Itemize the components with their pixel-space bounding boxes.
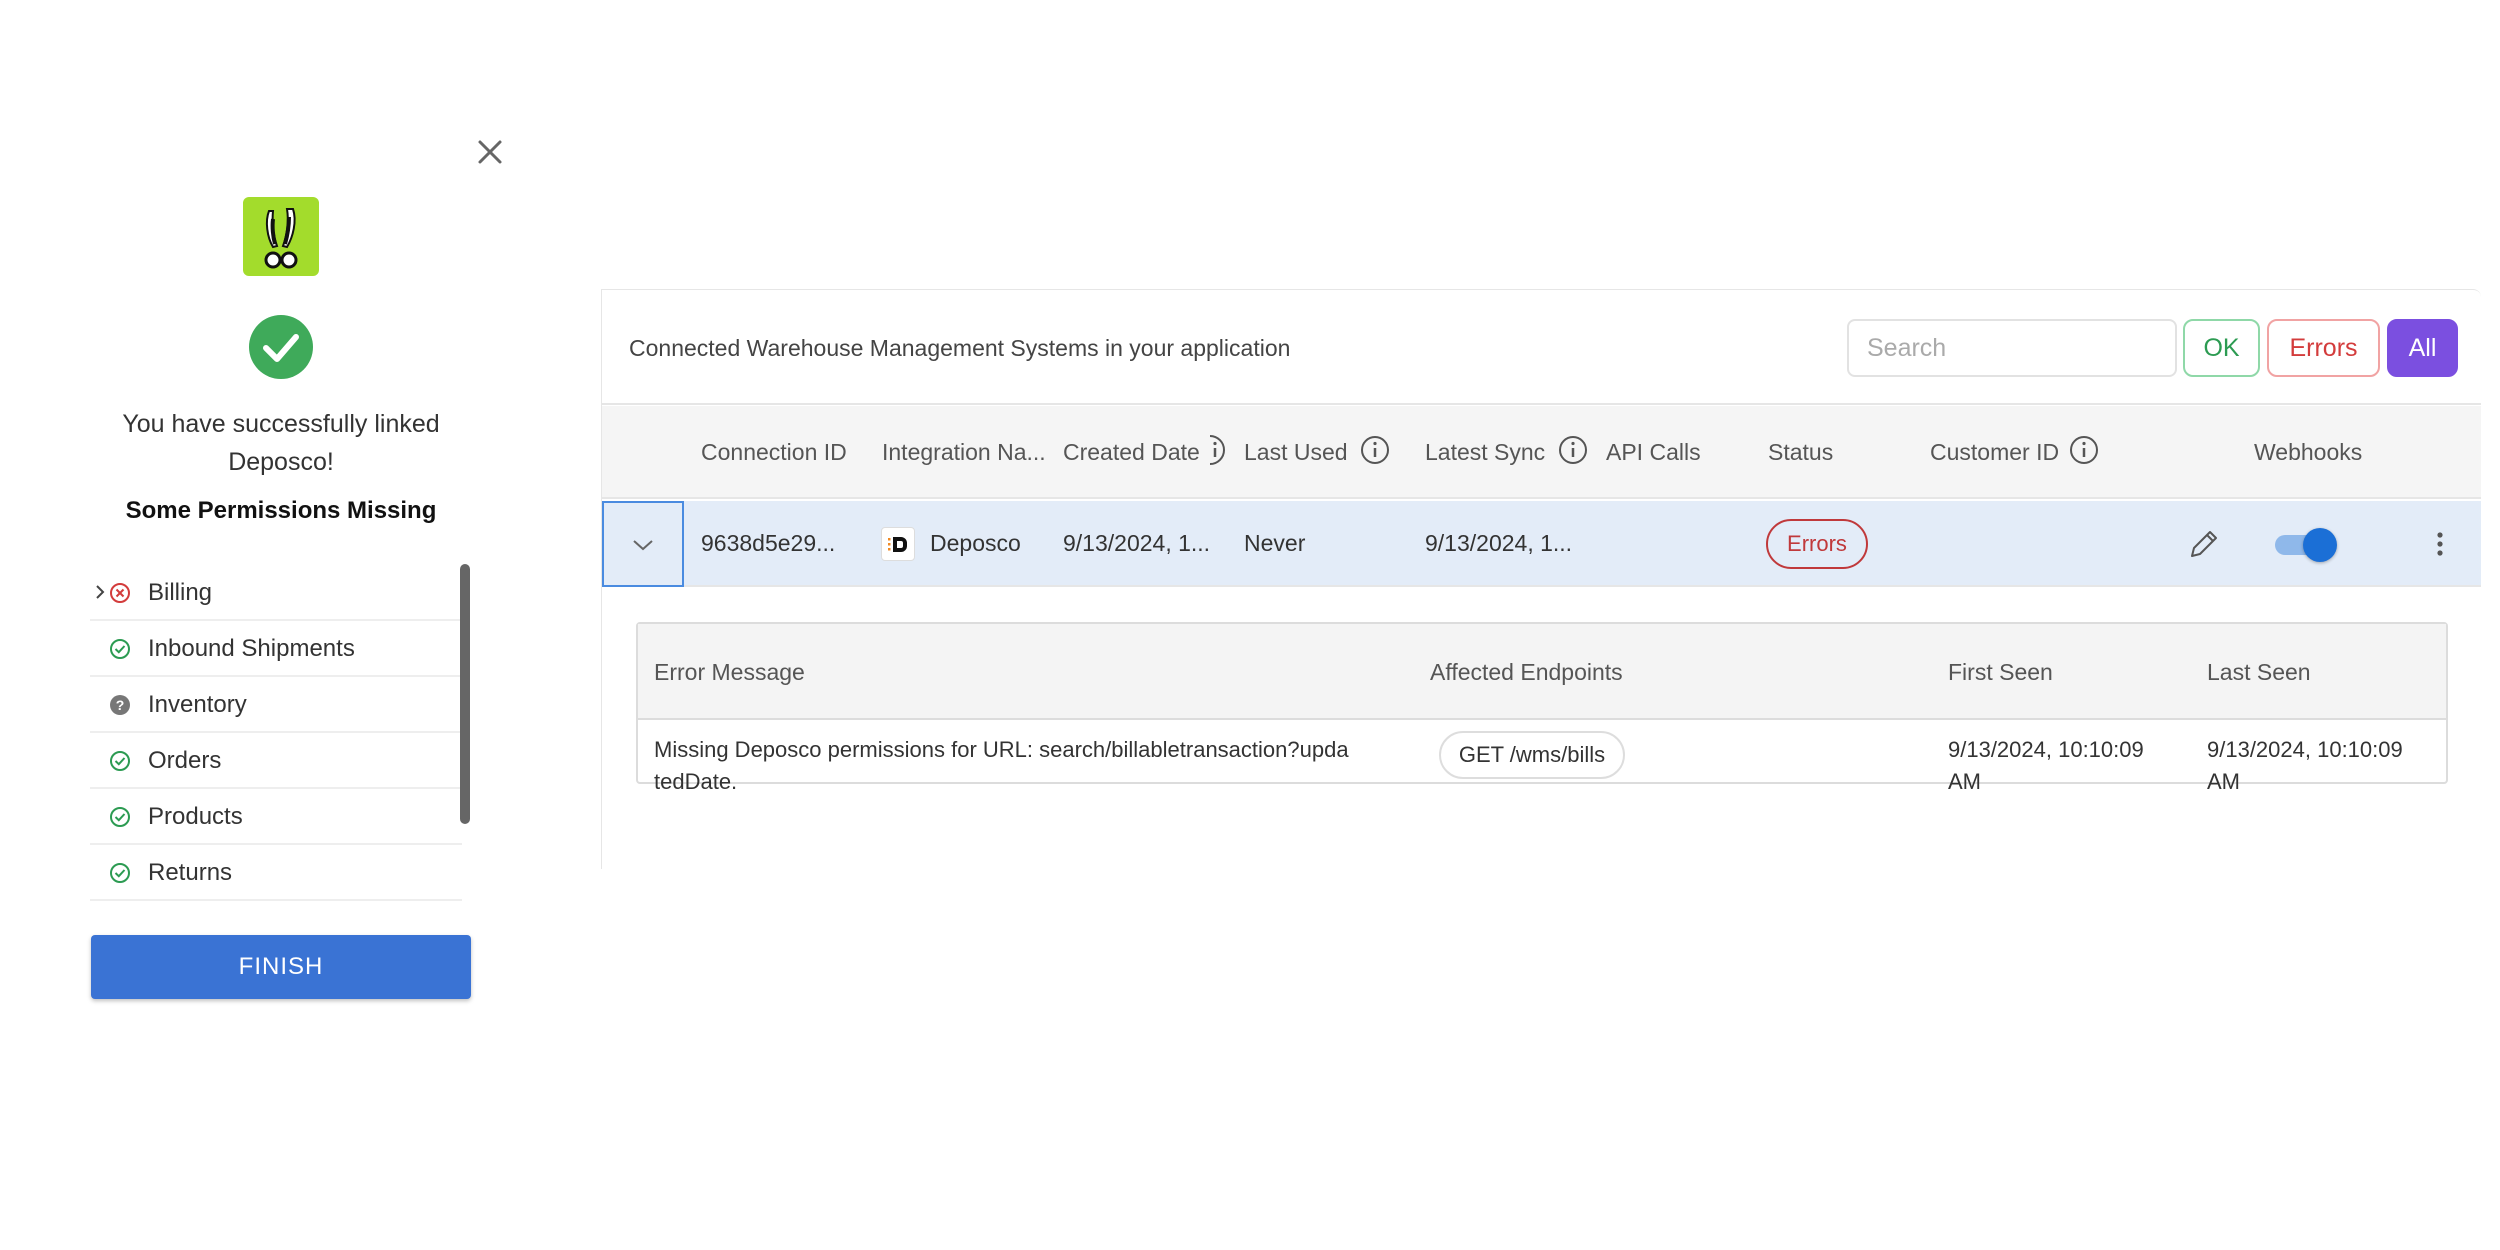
pencil-icon	[2191, 531, 2217, 557]
error-circle-icon	[110, 583, 130, 603]
help-circle-icon: ?	[110, 695, 130, 715]
permission-label: Products	[148, 803, 243, 830]
column-header-integration-name[interactable]: Integration Na...	[882, 439, 1046, 466]
column-header-status[interactable]: Status	[1768, 439, 1833, 466]
toggle-knob	[2303, 528, 2337, 562]
search-input[interactable]	[1847, 319, 2177, 377]
column-header-error-message: Error Message	[654, 659, 805, 685]
filter-ok-button[interactable]: OK	[2183, 319, 2260, 377]
info-icon[interactable]	[1558, 435, 1588, 465]
more-vertical-icon	[2437, 532, 2443, 556]
edit-button[interactable]	[2187, 527, 2221, 561]
permission-label: Orders	[148, 747, 222, 774]
status-badge: Errors	[1766, 519, 1868, 569]
column-header-first-seen: First Seen	[1948, 659, 2053, 685]
permission-label: Inbound Shipments	[148, 635, 355, 662]
permission-item-billing[interactable]: Billing	[90, 565, 462, 621]
column-header-customer-id[interactable]: Customer ID	[1930, 439, 2059, 466]
finish-button[interactable]: FINISH	[91, 935, 471, 999]
info-icon[interactable]	[1360, 435, 1390, 465]
svg-text:?: ?	[116, 697, 125, 713]
error-message-cell: Missing Deposco permissions for URL: sea…	[654, 737, 1349, 794]
permission-item-inventory: ? Inventory	[90, 677, 462, 733]
table-row[interactable]: 9638d5e29... Deposco 9/13/2024, 1... Nev…	[602, 501, 2481, 587]
close-button[interactable]	[468, 130, 512, 174]
latest-sync-cell: 9/13/2024, 1...	[1425, 530, 1573, 556]
column-header-latest-sync[interactable]: Latest Sync	[1425, 439, 1545, 466]
permission-item-orders: Orders	[90, 733, 462, 789]
errors-table-header: Error Message Affected Endpoints First S…	[638, 624, 2446, 720]
column-header-api-calls[interactable]: API Calls	[1606, 439, 1701, 466]
panel-title: Connected Warehouse Management Systems i…	[629, 335, 1291, 361]
permissions-title: Some Permissions Missing	[125, 497, 437, 524]
close-icon	[478, 140, 502, 164]
deposco-logo-icon	[881, 527, 915, 561]
webhooks-toggle[interactable]	[2275, 526, 2337, 562]
endpoint-chip[interactable]: GET /wms/bills	[1439, 731, 1625, 779]
column-header-connection-id[interactable]: Connection ID	[701, 439, 847, 466]
permission-label: Returns	[148, 859, 233, 886]
panel-header: Connected Warehouse Management Systems i…	[602, 290, 2481, 405]
permissions-list: Billing Inbound Shipments ? Inventory Or…	[90, 565, 462, 901]
last-seen-cell: 9/13/2024, 10:10:09 AM	[2207, 737, 2403, 794]
connections-panel: Connected Warehouse Management Systems i…	[601, 289, 2481, 869]
permission-label: Billing	[148, 579, 213, 606]
permission-item-returns: Returns	[90, 845, 462, 901]
chevron-down-icon	[633, 540, 653, 551]
filter-all-button[interactable]: All	[2387, 319, 2458, 377]
check-circle-icon	[110, 639, 130, 659]
success-message-line1: You have successfully linked	[122, 410, 440, 438]
created-date-cell: 9/13/2024, 1...	[1063, 530, 1211, 556]
errors-table: Error Message Affected Endpoints First S…	[636, 622, 2448, 794]
info-icon[interactable]	[1209, 435, 1225, 465]
permissions-scrollbar[interactable]	[460, 564, 470, 824]
permission-item-products: Products	[90, 789, 462, 845]
success-message-line2: Deposco!	[228, 448, 334, 476]
filter-errors-button[interactable]: Errors	[2267, 319, 2380, 377]
connection-id-cell: 9638d5e29...	[701, 530, 836, 556]
rabbit-logo-icon	[264, 208, 298, 269]
success-message: You have successfully linked Deposco!	[90, 405, 472, 481]
permission-item-inbound-shipments: Inbound Shipments	[90, 621, 462, 677]
column-header-last-used[interactable]: Last Used	[1244, 439, 1348, 466]
column-header-webhooks[interactable]: Webhooks	[2254, 439, 2362, 466]
expand-row-button[interactable]	[602, 501, 684, 587]
table-header: Connection ID Integration Na... Created …	[602, 406, 2481, 499]
column-header-last-seen: Last Seen	[2207, 659, 2311, 685]
check-circle-icon	[110, 807, 130, 827]
more-options-button[interactable]	[2432, 527, 2448, 561]
app-logo	[243, 197, 319, 276]
info-icon[interactable]	[2069, 435, 2099, 465]
first-seen-cell: 9/13/2024, 10:10:09 AM	[1948, 737, 2144, 794]
chevron-right-icon[interactable]	[93, 582, 107, 602]
last-used-cell: Never	[1244, 530, 1306, 556]
success-check-icon	[249, 315, 313, 379]
column-header-affected-endpoints: Affected Endpoints	[1430, 659, 1623, 685]
check-circle-icon	[110, 751, 130, 771]
integration-name-cell: Deposco	[930, 530, 1021, 556]
column-header-created-date[interactable]: Created Date	[1063, 439, 1200, 466]
check-circle-icon	[110, 863, 130, 883]
permission-label: Inventory	[148, 691, 247, 718]
